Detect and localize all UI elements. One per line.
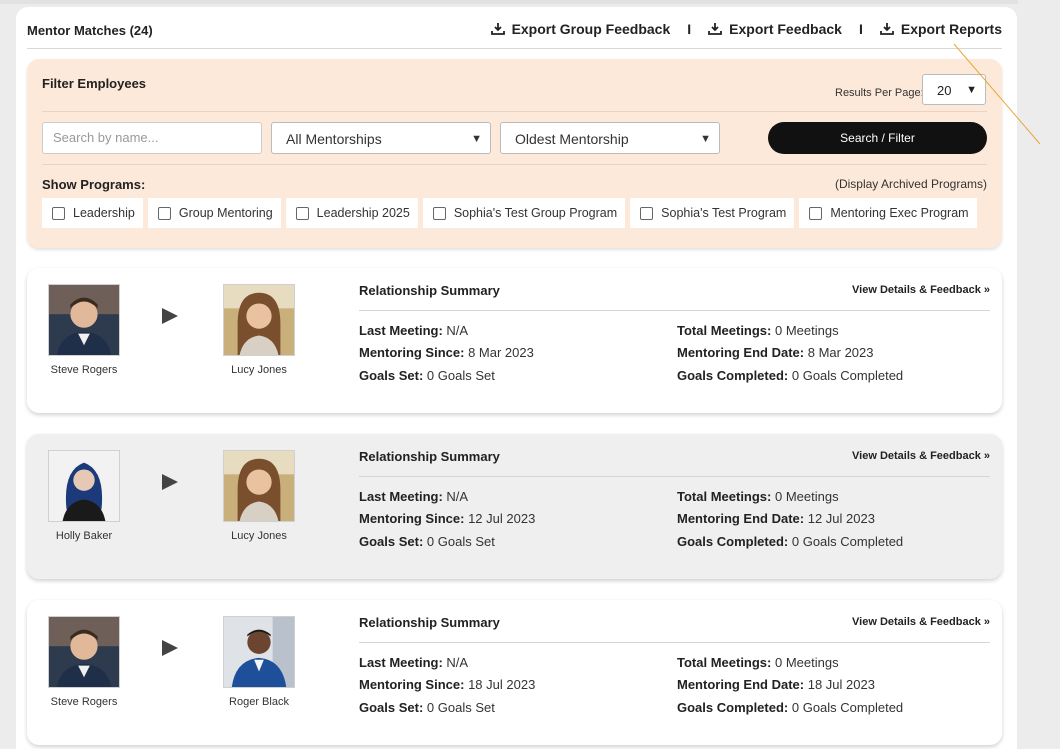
total-meetings: Total Meetings: 0 Meetings <box>677 323 839 338</box>
program-checkbox-leadership[interactable]: Leadership <box>42 198 143 228</box>
view-details-link[interactable]: View Details & Feedback » <box>852 284 990 296</box>
divider <box>359 476 990 477</box>
mentoring-end-date: Mentoring End Date: 8 Mar 2023 <box>677 345 874 360</box>
results-per-page-label: Results Per Page: <box>835 87 924 99</box>
program-label: Group Mentoring <box>178 206 273 220</box>
goals-set: Goals Set: 0 Goals Set <box>359 534 495 549</box>
goals-set: Goals Set: 0 Goals Set <box>359 368 495 383</box>
divider <box>42 111 987 112</box>
mentoring-since: Mentoring Since: 18 Jul 2023 <box>359 677 536 692</box>
mentor-avatar[interactable] <box>48 284 120 356</box>
checkbox[interactable] <box>640 206 654 220</box>
mentoring-since: Mentoring Since: 8 Mar 2023 <box>359 345 534 360</box>
view-details-link[interactable]: View Details & Feedback » <box>852 616 990 628</box>
mentor-avatar[interactable] <box>48 450 120 522</box>
sort-select[interactable]: Oldest Mentorship ▼ <box>500 122 720 154</box>
divider <box>42 164 987 165</box>
sort-select-value: Oldest Mentorship <box>515 131 629 147</box>
relationship-summary-title: Relationship Summary <box>359 615 500 630</box>
program-checkbox-mentoring-exec[interactable]: Mentoring Exec Program <box>799 198 977 228</box>
relationship-summary-title: Relationship Summary <box>359 283 500 298</box>
mentor-name: Steve Rogers <box>50 696 118 708</box>
search-input[interactable]: Search by name... <box>42 122 262 154</box>
mentee-avatar[interactable] <box>223 284 295 356</box>
download-icon <box>490 23 505 35</box>
mentee-name: Lucy Jones <box>231 364 287 376</box>
mentor-name: Steve Rogers <box>50 364 118 376</box>
total-meetings: Total Meetings: 0 Meetings <box>677 655 839 670</box>
mentee-name: Lucy Jones <box>231 530 287 542</box>
program-checkbox-group-mentoring[interactable]: Group Mentoring <box>147 198 281 228</box>
mentorship-select-value: All Mentorships <box>286 131 382 147</box>
arrow-right-icon <box>162 474 178 490</box>
export-group-feedback-link[interactable]: Export Group Feedback <box>490 21 671 37</box>
arrow-right-icon <box>162 308 178 324</box>
chevron-down-icon: ▼ <box>471 133 482 145</box>
program-checkbox-sophias-test[interactable]: Sophia's Test Program <box>630 198 795 228</box>
separator: I <box>687 21 692 37</box>
last-meeting: Last Meeting: N/A <box>359 323 469 338</box>
display-archived-link[interactable]: (Display Archived Programs) <box>835 177 987 191</box>
last-meeting: Last Meeting: N/A <box>359 655 469 670</box>
export-group-feedback-label: Export Group Feedback <box>511 21 671 37</box>
mentee-avatar[interactable] <box>223 450 295 522</box>
match-card: Steve Rogers Roger Black Relationship Su… <box>27 600 1002 745</box>
goals-completed: Goals Completed: 0 Goals Completed <box>677 534 904 549</box>
goals-completed: Goals Completed: 0 Goals Completed <box>677 700 904 715</box>
mentor-name: Holly Baker <box>55 530 113 542</box>
mentor-matches-panel: Mentor Matches (24) Export Group Feedbac… <box>16 7 1017 749</box>
checkbox[interactable] <box>809 206 823 220</box>
divider <box>359 310 990 311</box>
separator: I <box>858 21 863 37</box>
chevron-down-icon: ▼ <box>700 133 711 145</box>
checkbox[interactable] <box>295 206 309 220</box>
total-meetings: Total Meetings: 0 Meetings <box>677 489 839 504</box>
mentoring-end-date: Mentoring End Date: 12 Jul 2023 <box>677 511 875 526</box>
program-label: Leadership <box>73 206 135 220</box>
export-links: Export Group Feedback I Export Feedback … <box>490 21 1002 37</box>
goals-completed: Goals Completed: 0 Goals Completed <box>677 368 904 383</box>
download-icon <box>708 23 723 35</box>
divider <box>359 642 990 643</box>
annotation-arrow <box>953 43 1041 145</box>
download-icon <box>879 23 894 35</box>
checkbox[interactable] <box>432 206 446 220</box>
last-meeting: Last Meeting: N/A <box>359 489 469 504</box>
match-card: Holly Baker Lucy Jones Relationship Summ… <box>27 434 1002 579</box>
program-checkboxes: Leadership Group Mentoring Leadership 20… <box>42 198 982 228</box>
program-label: Sophia's Test Group Program <box>453 206 618 220</box>
filter-employees-panel: Filter Employees Results Per Page: 20 ▼ … <box>27 59 1002 248</box>
page-title: Mentor Matches (24) <box>27 23 153 38</box>
checkbox[interactable] <box>157 206 171 220</box>
program-label: Leadership 2025 <box>316 206 410 220</box>
mentor-avatar[interactable] <box>48 616 120 688</box>
export-feedback-label: Export Feedback <box>729 21 842 37</box>
program-label: Sophia's Test Program <box>661 206 787 220</box>
top-border <box>0 0 1060 4</box>
panel-header: Mentor Matches (24) Export Group Feedbac… <box>27 19 1002 49</box>
view-details-link[interactable]: View Details & Feedback » <box>852 450 990 462</box>
arrow-right-icon <box>162 640 178 656</box>
checkbox[interactable] <box>52 206 65 220</box>
export-reports-label: Export Reports <box>900 21 1002 37</box>
match-card: Steve Rogers Lucy Jones Relationship Sum… <box>27 268 1002 413</box>
mentee-avatar[interactable] <box>223 616 295 688</box>
mentoring-since: Mentoring Since: 12 Jul 2023 <box>359 511 536 526</box>
mentee-name: Roger Black <box>229 696 289 708</box>
mentorship-select[interactable]: All Mentorships ▼ <box>271 122 491 154</box>
relationship-summary-title: Relationship Summary <box>359 449 500 464</box>
program-label: Mentoring Exec Program <box>830 206 969 220</box>
goals-set: Goals Set: 0 Goals Set <box>359 700 495 715</box>
filter-title: Filter Employees <box>42 76 147 91</box>
show-programs-label: Show Programs: <box>42 177 146 192</box>
export-feedback-link[interactable]: Export Feedback <box>708 21 842 37</box>
mentoring-end-date: Mentoring End Date: 18 Jul 2023 <box>677 677 875 692</box>
program-checkbox-sophias-test-group[interactable]: Sophia's Test Group Program <box>422 198 626 228</box>
export-reports-link[interactable]: Export Reports <box>879 21 1002 37</box>
program-checkbox-leadership-2025[interactable]: Leadership 2025 <box>285 198 418 228</box>
